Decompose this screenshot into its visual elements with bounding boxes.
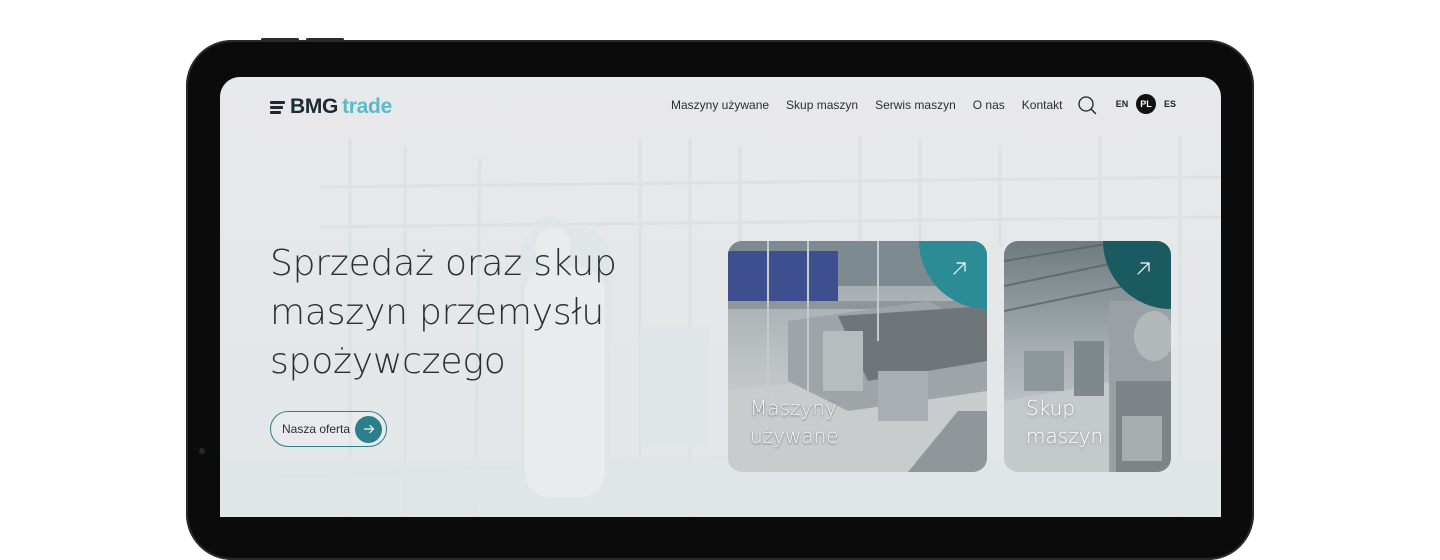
hero-title-line: Sprzedaż oraz skup bbox=[270, 243, 617, 284]
hero-title-line: spożywczego bbox=[270, 341, 506, 382]
language-switcher: EN PL ES bbox=[1112, 94, 1180, 114]
hero-title-line: maszyn przemysłu bbox=[270, 292, 605, 333]
our-offer-label: Nasza oferta bbox=[282, 422, 351, 436]
nav-item-about[interactable]: O nas bbox=[973, 98, 1005, 112]
card-machine-buyout[interactable]: Skup maszyn bbox=[1004, 241, 1171, 472]
tablet-button bbox=[306, 38, 344, 41]
tablet-button bbox=[261, 38, 299, 41]
card-label-line: Maszyny bbox=[750, 396, 837, 420]
logo-bmg-text: BMG bbox=[290, 95, 339, 118]
nav-item-contact[interactable]: Kontakt bbox=[1022, 98, 1063, 112]
search-icon[interactable] bbox=[1077, 95, 1097, 115]
logo-stripes-icon bbox=[270, 100, 285, 114]
card-machine-buyout-label: Skup maszyn bbox=[1026, 394, 1103, 450]
nav-item-used-machines[interactable]: Maszyny używane bbox=[671, 98, 769, 112]
card-label-line: maszyn bbox=[1026, 424, 1104, 448]
card-used-machines-label: Maszyny używane bbox=[750, 394, 839, 450]
our-offer-button[interactable]: Nasza oferta bbox=[270, 411, 387, 447]
card-used-machines[interactable]: Maszyny używane bbox=[728, 241, 987, 472]
card-label-line: Skup bbox=[1026, 396, 1076, 420]
main-nav: Maszyny używane Skup maszyn Serwis maszy… bbox=[671, 98, 1062, 112]
hero-title: Sprzedaż oraz skup maszyn przemysłu spoż… bbox=[270, 239, 670, 386]
lang-en[interactable]: EN bbox=[1112, 94, 1132, 114]
nav-item-machine-service[interactable]: Serwis maszyn bbox=[875, 98, 956, 112]
tablet-camera bbox=[199, 448, 205, 454]
arrow-right-icon bbox=[355, 415, 382, 443]
nav-item-machine-buyout[interactable]: Skup maszyn bbox=[786, 98, 858, 112]
brand-logo[interactable]: BMG trade bbox=[270, 95, 392, 119]
arrow-up-right-icon bbox=[953, 262, 966, 275]
website-screen: BMG trade Maszyny używane Skup maszyn Se… bbox=[220, 77, 1221, 517]
lang-pl[interactable]: PL bbox=[1136, 94, 1156, 114]
lang-es[interactable]: ES bbox=[1160, 94, 1180, 114]
card-label-line: używane bbox=[750, 424, 839, 448]
arrow-up-right-icon bbox=[1137, 262, 1150, 275]
logo-trade-text: trade bbox=[342, 95, 392, 118]
